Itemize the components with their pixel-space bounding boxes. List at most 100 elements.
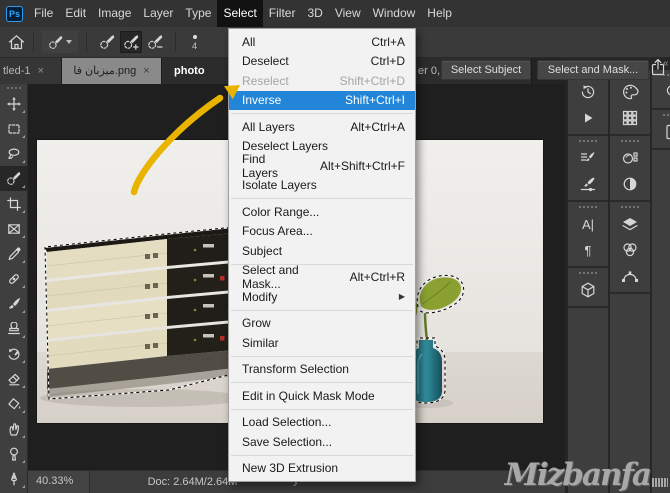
panel-grip[interactable] (621, 140, 639, 142)
menu-item-color-range[interactable]: Color Range... (229, 202, 415, 222)
pen-tool[interactable] (0, 466, 28, 491)
panel-grip[interactable] (7, 87, 21, 89)
history-panel-icon[interactable] (568, 79, 608, 105)
dodge-tool[interactable] (0, 441, 28, 466)
menu-item-all-layers[interactable]: All LayersAlt+Ctrl+A (229, 117, 415, 137)
tab-untitled-1[interactable]: tled-1× (0, 58, 62, 84)
photoshop-window: Ps File Edit Image Layer Type Select Fil… (0, 0, 670, 493)
menu-separator (231, 455, 413, 456)
panel-grip[interactable] (621, 206, 639, 208)
menu-separator (231, 356, 413, 357)
quick-selection-tool[interactable] (0, 166, 28, 191)
menu-edit[interactable]: Edit (59, 0, 92, 27)
options-separator (86, 32, 87, 52)
gradient-tool[interactable] (0, 391, 28, 416)
select-and-mask-button[interactable]: Select and Mask... (537, 60, 649, 80)
dock-column-1: A| ¶ (568, 70, 608, 493)
menu-window[interactable]: Window (367, 0, 422, 27)
brush-size-picker[interactable]: 4 (192, 35, 197, 50)
menu-file[interactable]: File (28, 0, 59, 27)
zoom-level-field[interactable]: 40.33% (28, 471, 90, 493)
menu-item-edit-in-quick-mask-mode[interactable]: Edit in Quick Mask Mode (229, 386, 415, 406)
panel-grip[interactable] (579, 206, 597, 208)
panel-grip[interactable] (663, 114, 670, 116)
layers-panel-icon[interactable] (610, 211, 650, 237)
menu-item-save-selection[interactable]: Save Selection... (229, 432, 415, 452)
crop-tool[interactable] (0, 191, 28, 216)
watermark: Mizbanfa (505, 457, 668, 493)
3d-panel-icon[interactable] (568, 277, 608, 303)
libraries-panel-icon[interactable] (652, 119, 670, 145)
menu-item-find-layers[interactable]: Find LayersAlt+Shift+Ctrl+F (229, 156, 415, 176)
menu-item-load-selection[interactable]: Load Selection... (229, 413, 415, 433)
smudge-tool[interactable] (0, 416, 28, 441)
color-panel-icon[interactable] (610, 79, 650, 105)
menu-separator (231, 198, 413, 199)
brush-tool[interactable] (0, 291, 28, 316)
learn-panel-icon[interactable] (652, 79, 670, 105)
add-to-selection-mode-button[interactable] (120, 31, 142, 53)
menu-image[interactable]: Image (92, 0, 137, 27)
gradients-panel-icon[interactable] (610, 171, 650, 197)
clone-stamp-tool[interactable] (0, 316, 28, 341)
menu-help[interactable]: Help (421, 0, 458, 27)
menu-item-inverse[interactable]: InverseShift+Ctrl+I (229, 91, 415, 111)
actions-panel-icon[interactable] (568, 105, 608, 131)
menu-select[interactable]: Select (217, 0, 262, 27)
lasso-tool[interactable] (0, 141, 28, 166)
frame-tool[interactable] (0, 216, 28, 241)
brushes-panel-icon[interactable] (568, 171, 608, 197)
annotation-arrow-icon (100, 70, 250, 210)
menu-view[interactable]: View (329, 0, 367, 27)
menu-item-all[interactable]: AllCtrl+A (229, 32, 415, 52)
close-tab-icon[interactable]: × (38, 65, 44, 77)
eraser-tool[interactable] (0, 366, 28, 391)
menu-separator (231, 113, 413, 114)
menu-item-isolate-layers[interactable]: Isolate Layers (229, 176, 415, 196)
photoshop-logo-icon: Ps (6, 6, 23, 22)
menu-type[interactable]: Type (179, 0, 217, 27)
share-icon[interactable] (650, 58, 666, 81)
menu-item-select-and-mask[interactable]: Select and Mask...Alt+Ctrl+R (229, 268, 415, 288)
dock-column-3 (652, 70, 670, 493)
home-icon[interactable] (8, 34, 25, 50)
menu-3d[interactable]: 3D (301, 0, 328, 27)
channels-panel-icon[interactable] (610, 237, 650, 263)
right-panel-dock: « « « A| ¶ (565, 58, 670, 493)
menu-item-similar[interactable]: Similar (229, 333, 415, 353)
character-panel-icon[interactable]: A| (568, 211, 608, 237)
brush-preview-dot (193, 35, 197, 39)
new-selection-mode-button[interactable] (96, 31, 118, 53)
materials-panel-icon[interactable] (610, 145, 650, 171)
brush-settings-panel-icon[interactable] (568, 145, 608, 171)
menu-item-transform-selection[interactable]: Transform Selection (229, 360, 415, 380)
paragraph-panel-icon[interactable]: ¶ (568, 237, 608, 263)
eyedropper-tool[interactable] (0, 241, 28, 266)
menu-item-deselect[interactable]: DeselectCtrl+D (229, 52, 415, 72)
brush-size-value: 4 (192, 42, 197, 50)
menu-filter[interactable]: Filter (263, 0, 302, 27)
dock-column-2 (610, 70, 650, 493)
menu-item-subject[interactable]: Subject (229, 241, 415, 261)
paths-panel-icon[interactable] (610, 263, 650, 289)
swatches-panel-icon[interactable] (610, 105, 650, 131)
history-brush-tool[interactable] (0, 341, 28, 366)
spot-healing-brush-tool[interactable] (0, 266, 28, 291)
rectangular-marquee-tool[interactable] (0, 116, 28, 141)
subtract-from-selection-mode-button[interactable] (144, 31, 166, 53)
panel-grip[interactable] (579, 272, 597, 274)
options-separator (33, 32, 34, 52)
menu-separator (231, 382, 413, 383)
menu-separator (231, 310, 413, 311)
tools-panel (0, 84, 28, 493)
select-subject-button[interactable]: Select Subject (441, 60, 531, 80)
panel-grip[interactable] (579, 140, 597, 142)
options-separator (175, 32, 176, 52)
current-tool-button[interactable] (42, 31, 78, 53)
move-tool[interactable] (0, 91, 28, 116)
menu-item-focus-area[interactable]: Focus Area... (229, 222, 415, 242)
menu-layer[interactable]: Layer (137, 0, 179, 27)
menu-item-new-3d-extrusion[interactable]: New 3D Extrusion (229, 459, 415, 479)
submenu-arrow-icon: ▶ (399, 292, 405, 301)
menu-item-grow[interactable]: Grow (229, 314, 415, 334)
